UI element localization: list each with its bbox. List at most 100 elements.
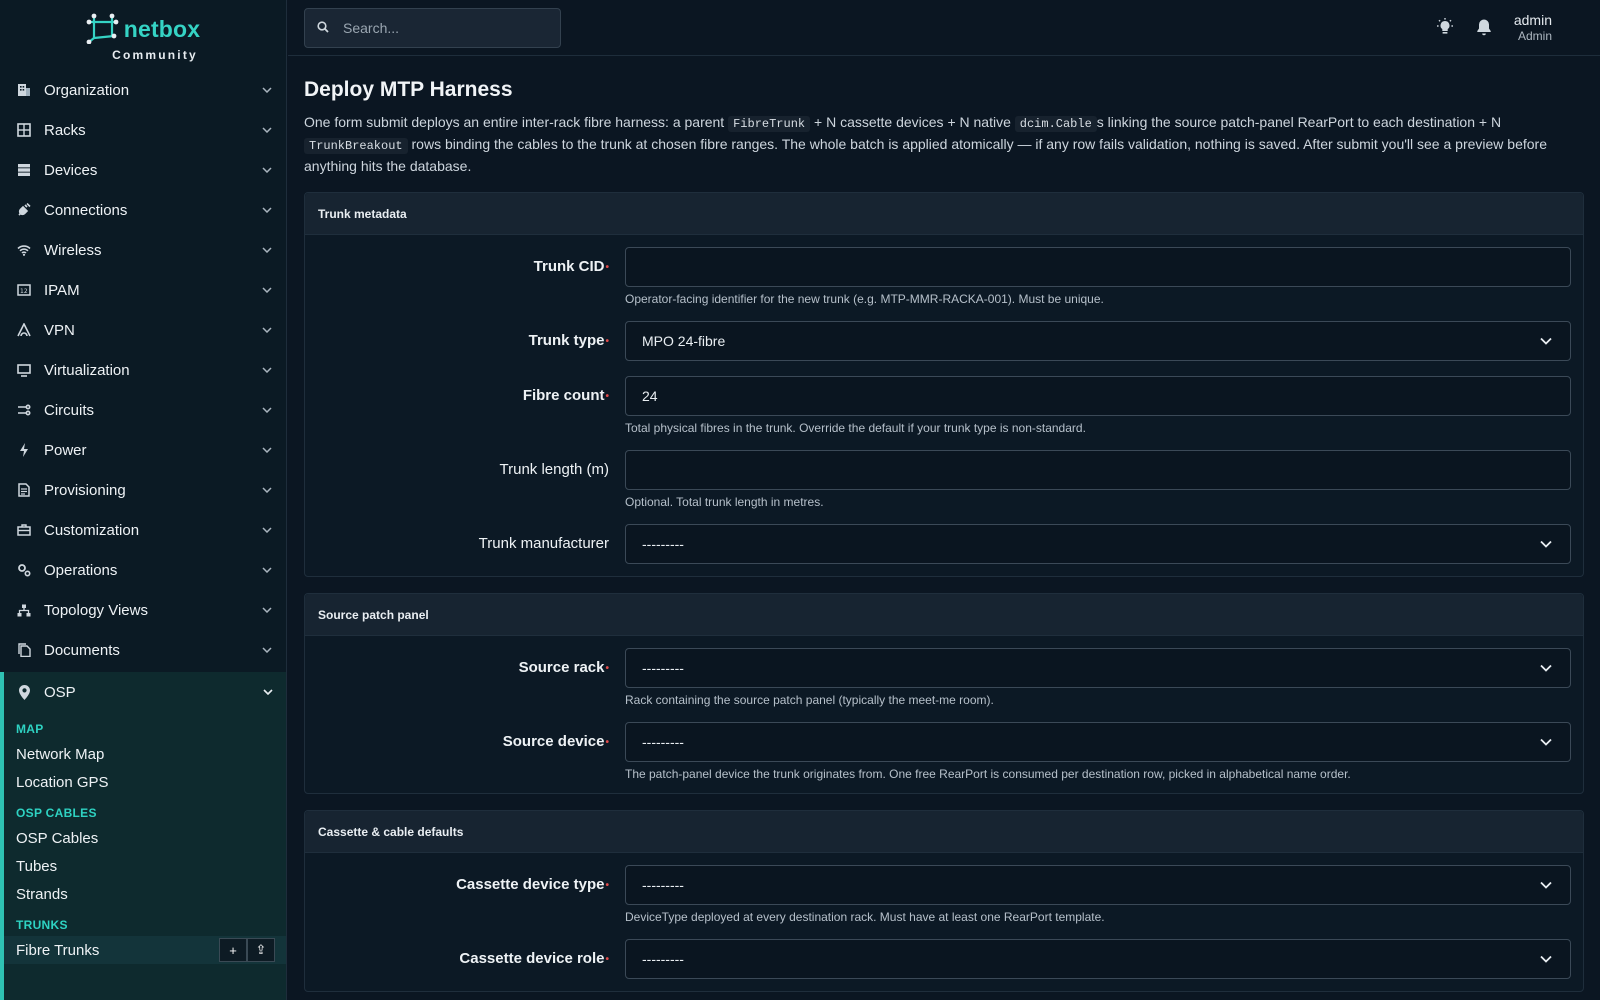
field-help: The patch-panel device the trunk origina…: [625, 767, 1351, 781]
card-cassette-defaults: Cassette & cable defaults Cassette devic…: [304, 810, 1584, 992]
chevron-down-icon: [1540, 952, 1554, 966]
sidebar-item-connections[interactable]: Connections: [0, 190, 286, 230]
sidebar-item-osp[interactable]: OSP: [4, 672, 286, 712]
field-label: Trunk length (m): [499, 461, 609, 478]
intro-text: One form submit deploys an entire inter-…: [304, 114, 729, 130]
chevron-down-icon: [262, 165, 272, 175]
sidebar-item-wireless[interactable]: Wireless: [0, 230, 286, 270]
sidebar-item-label: Wireless: [44, 241, 102, 259]
nav-item-osp-cables[interactable]: OSP Cables: [4, 824, 286, 852]
import-fibre-trunk-button[interactable]: ⇪: [247, 938, 275, 962]
nav-item-network-map[interactable]: Network Map: [4, 740, 286, 768]
user-role: Admin: [1517, 29, 1552, 43]
code-trunkbreakout: TrunkBreakout: [304, 138, 408, 154]
toolbox-icon: [16, 522, 32, 538]
tunnel-icon: [16, 322, 32, 338]
search-input[interactable]: [343, 20, 543, 36]
trunk-type-select[interactable]: MPO 24-fibre: [625, 321, 1571, 361]
wifi-icon: [16, 242, 32, 258]
sidebar-item-racks[interactable]: Racks: [0, 110, 286, 150]
chevron-down-icon: [262, 285, 272, 295]
cassette-device-role-select[interactable]: ---------: [625, 939, 1571, 979]
monitor-icon: [16, 362, 32, 378]
field-help: DeviceType deployed at every destination…: [625, 910, 1105, 924]
nav-item-label: Fibre Trunks: [16, 941, 100, 959]
field-label: Cassette device role: [459, 950, 605, 967]
chevron-down-icon: [262, 325, 272, 335]
required-mark: •: [605, 879, 609, 891]
field-help: Rack containing the source patch panel (…: [625, 693, 994, 707]
transit-icon: [16, 402, 32, 418]
select-value: ---------: [642, 734, 684, 750]
brand-edition: Community: [112, 48, 198, 62]
brand-name: netbox: [123, 16, 201, 42]
field-fibre-count: Fibre count• 24 Total physical fibres in…: [305, 376, 1571, 435]
intro-text: + N cassette devices + N native: [810, 114, 1015, 130]
chevron-down-icon: [263, 687, 273, 697]
user-menu[interactable]: admin Admin: [1514, 12, 1552, 44]
page-intro: One form submit deploys an entire inter-…: [304, 112, 1584, 176]
card-trunk-metadata: Trunk metadata Trunk CID• Operator-facin…: [304, 192, 1584, 577]
nav-item-label: OSP Cables: [16, 829, 99, 847]
sidebar: netbox Community Organization Racks Device…: [0, 0, 287, 1000]
theme-toggle-icon[interactable]: [1436, 17, 1454, 39]
sidebar-item-label: Organization: [44, 81, 130, 99]
sidebar-item-label: Operations: [44, 561, 118, 579]
sidebar-item-virtualization[interactable]: Virtualization: [0, 350, 286, 390]
sidebar-item-vpn[interactable]: VPN: [0, 310, 286, 350]
intro-text: rows binding the cables to the trunk at …: [304, 136, 1547, 174]
nav-item-fibre-trunks[interactable]: Fibre Trunks + ⇪: [4, 936, 286, 964]
map-marker-icon: [16, 684, 32, 700]
sidebar-item-label: Documents: [44, 641, 120, 659]
select-value: MPO 24-fibre: [642, 333, 726, 349]
add-fibre-trunk-button[interactable]: +: [219, 938, 247, 962]
sidebar-item-operations[interactable]: Operations: [0, 550, 286, 590]
sidebar-item-documents[interactable]: Documents: [0, 630, 286, 670]
chevron-down-icon: [262, 445, 272, 455]
sidebar-item-label: Virtualization: [44, 361, 130, 379]
search-box[interactable]: [304, 8, 561, 48]
sidebar-item-devices[interactable]: Devices: [0, 150, 286, 190]
sidebar-item-label: Circuits: [44, 401, 95, 419]
fibre-count-input[interactable]: 24: [625, 376, 1571, 416]
sidebar-item-ipam[interactable]: 12 IPAM: [0, 270, 286, 310]
sidebar-item-organization[interactable]: Organization: [0, 70, 286, 110]
trunk-cid-input[interactable]: [625, 247, 1571, 287]
field-label: Trunk CID: [533, 258, 605, 275]
nav-item-location-gps[interactable]: Location GPS: [4, 768, 286, 796]
trunk-length-input[interactable]: [625, 450, 1571, 490]
card-source-patch-panel: Source patch panel Source rack• --------…: [304, 593, 1584, 794]
required-mark: •: [605, 736, 609, 748]
brand-logo[interactable]: netbox Community: [0, 0, 286, 70]
chevron-down-icon: [262, 645, 272, 655]
field-label: Trunk type: [528, 332, 605, 349]
notifications-bell-icon[interactable]: [1476, 18, 1492, 39]
sidebar-item-power[interactable]: Power: [0, 430, 286, 470]
chevron-down-icon: [262, 405, 272, 415]
nav-item-strands[interactable]: Strands: [4, 880, 286, 908]
card-title: Trunk metadata: [305, 193, 1583, 235]
search-icon: [317, 20, 329, 36]
sidebar-item-provisioning[interactable]: Provisioning: [0, 470, 286, 510]
field-source-rack: Source rack• --------- Rack containing t…: [305, 648, 1571, 707]
sidebar-item-label: Topology Views: [44, 601, 148, 619]
field-help: Optional. Total trunk length in metres.: [625, 495, 824, 509]
chevron-down-icon: [1540, 878, 1554, 892]
sidebar-item-circuits[interactable]: Circuits: [0, 390, 286, 430]
source-rack-select[interactable]: ---------: [625, 648, 1571, 688]
nav-group-heading: MAP: [16, 722, 44, 736]
file-document-icon: [16, 482, 32, 498]
file-multiple-icon: [16, 642, 32, 658]
chevron-down-icon: [1540, 334, 1554, 348]
sidebar-item-customization[interactable]: Customization: [0, 510, 286, 550]
sidebar-item-topology-views[interactable]: Topology Views: [0, 590, 286, 630]
source-device-select[interactable]: ---------: [625, 722, 1571, 762]
plug-icon: [16, 202, 32, 218]
cassette-device-type-select[interactable]: ---------: [625, 865, 1571, 905]
lightning-icon: [16, 442, 32, 458]
counter-icon: 12: [16, 282, 32, 298]
required-mark: •: [605, 390, 609, 402]
chevron-down-icon: [262, 365, 272, 375]
trunk-manufacturer-select[interactable]: ---------: [625, 524, 1571, 564]
nav-item-tubes[interactable]: Tubes: [4, 852, 286, 880]
